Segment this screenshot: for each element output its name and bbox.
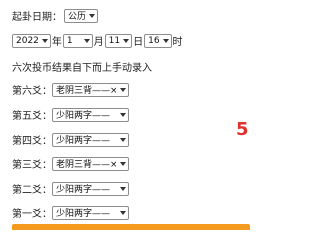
year-unit: 年 <box>51 37 62 48</box>
yao-value: 少阳两字—— <box>56 111 111 121</box>
chevron-down-icon <box>120 137 126 142</box>
yao-select[interactable]: 老阴三背——× <box>52 82 129 97</box>
yao-row-3: 第三爻： 老阴三背——× <box>12 156 129 171</box>
day-value: 11 <box>108 35 121 46</box>
hour-value: 16 <box>148 35 160 46</box>
month-unit: 月 <box>93 37 104 48</box>
day-select[interactable]: 11 <box>104 33 133 48</box>
start-date-label: 起卦日期： <box>12 12 62 23</box>
yao-label: 第三爻： <box>12 160 52 171</box>
yao-row-4: 第四爻： 少阳两字—— <box>12 132 129 147</box>
calendar-type-value: 公历 <box>68 12 87 22</box>
instruction-text: 六次投币结果自下而上手动录入 <box>12 63 152 74</box>
yao-select[interactable]: 少阳两字—— <box>52 132 129 147</box>
yao-label: 第一爻： <box>12 209 52 220</box>
yao-select[interactable]: 老阴三背——× <box>52 156 129 171</box>
datetime-row: 2022 年 1 月 11 日 16 时 <box>12 33 184 48</box>
yao-row-5: 第五爻： 少阳两字—— <box>12 107 129 122</box>
yao-label: 第二爻： <box>12 185 52 196</box>
brand-logo: 5 <box>236 119 249 140</box>
yao-row-6: 第六爻： 老阴三背——× <box>12 82 129 97</box>
chevron-down-icon <box>41 38 48 43</box>
yao-value: 少阳两字—— <box>56 136 111 146</box>
yao-label: 第四爻： <box>12 136 52 147</box>
month-select[interactable]: 1 <box>62 33 93 48</box>
chevron-down-icon <box>120 186 126 191</box>
yao-select[interactable]: 少阳两字—— <box>52 107 129 122</box>
hour-select[interactable]: 16 <box>144 33 172 48</box>
yao-row-1: 第一爻： 少阳两字—— <box>12 205 129 220</box>
chevron-down-icon <box>120 87 126 92</box>
instruction-row: 六次投币结果自下而上手动录入 <box>12 59 152 74</box>
yao-value: 少阳两字—— <box>56 185 111 195</box>
chevron-down-icon <box>162 38 169 43</box>
calendar-type-select[interactable]: 公历 <box>64 8 99 23</box>
day-unit: 日 <box>133 37 144 48</box>
yao-value: 老阴三背——× <box>56 86 116 96</box>
chevron-down-icon <box>83 38 90 43</box>
month-value: 1 <box>66 35 73 46</box>
yao-label: 第五爻： <box>12 111 52 122</box>
yao-label: 第六爻： <box>12 86 52 97</box>
year-value: 2022 <box>16 35 39 46</box>
chevron-down-icon <box>123 38 130 43</box>
yao-value: 少阳两字—— <box>56 209 111 219</box>
submit-button[interactable] <box>12 224 250 230</box>
year-select[interactable]: 2022 <box>12 33 51 48</box>
yao-row-2: 第二爻： 少阳两字—— <box>12 181 129 196</box>
yao-value: 老阴三背——× <box>56 160 116 170</box>
yao-select[interactable]: 少阳两字—— <box>52 205 129 220</box>
chevron-down-icon <box>89 13 96 18</box>
start-date-row: 起卦日期： 公历 <box>12 8 99 23</box>
chevron-down-icon <box>120 161 126 166</box>
hour-unit: 时 <box>172 37 183 48</box>
chevron-down-icon <box>120 112 126 117</box>
chevron-down-icon <box>120 210 126 215</box>
yao-select[interactable]: 少阳两字—— <box>52 181 129 196</box>
